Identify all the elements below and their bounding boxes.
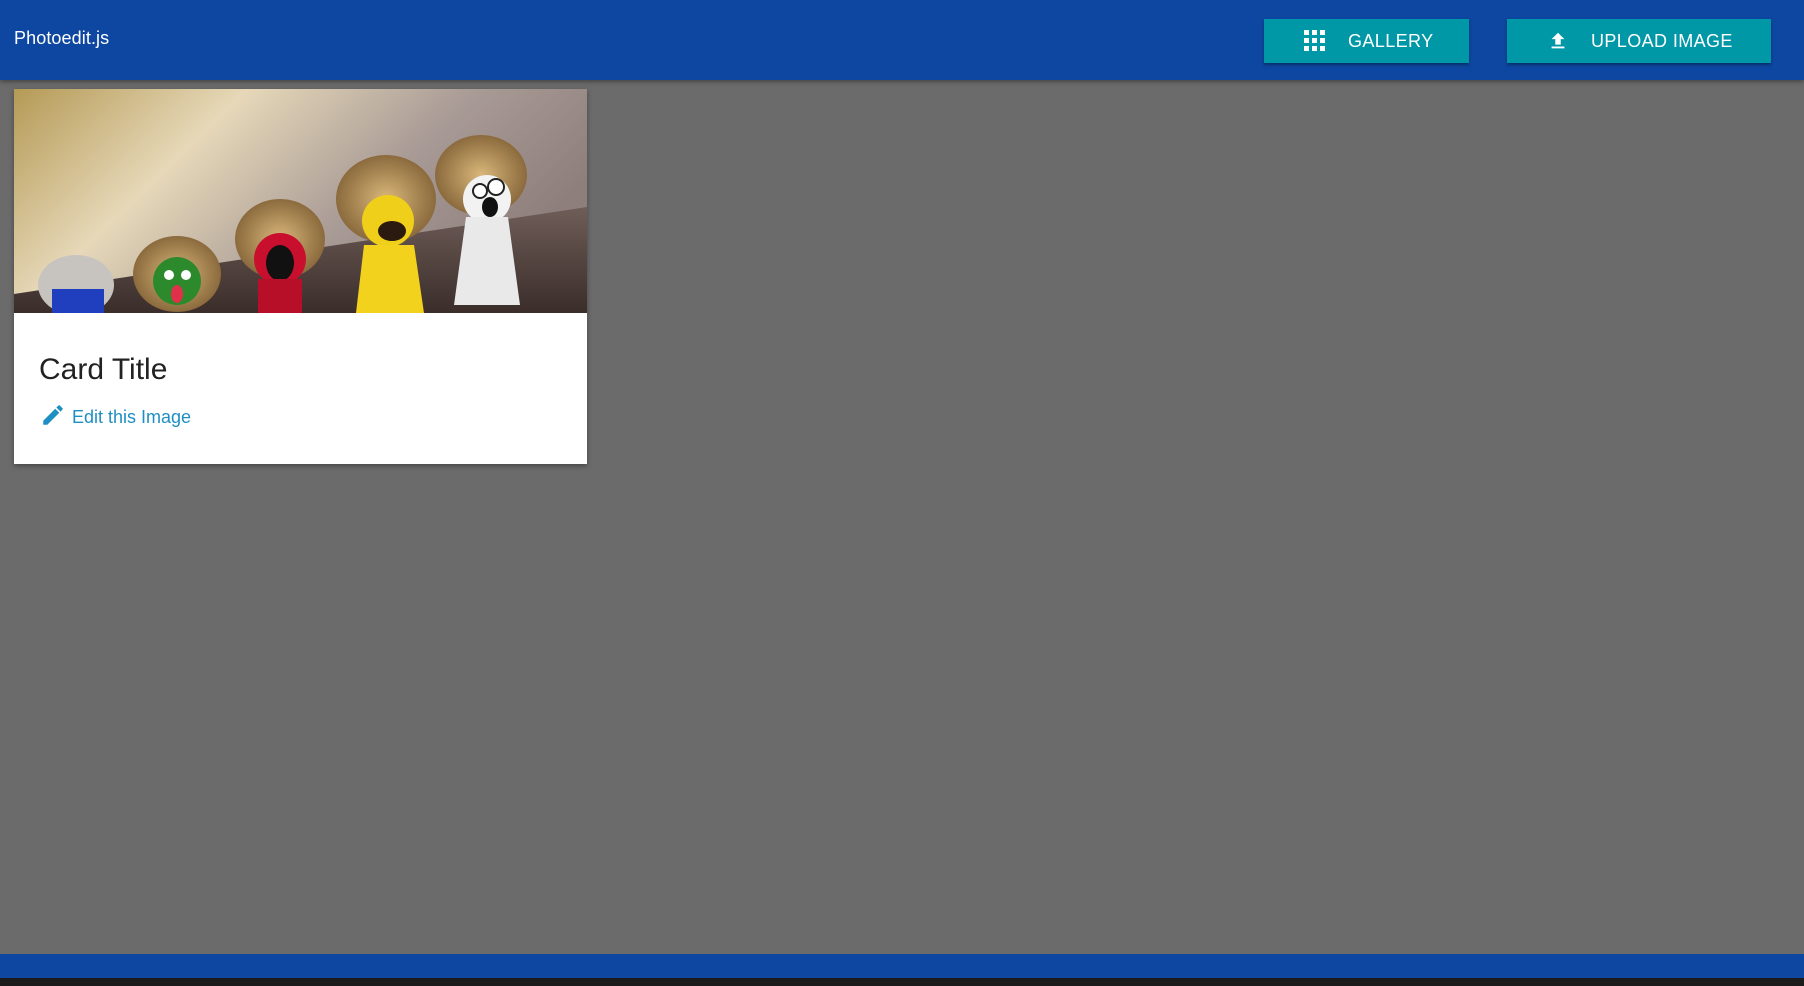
app-brand[interactable]: Photoedit.js [14, 28, 109, 49]
card-title: Card Title [39, 353, 168, 386]
upload-button-label: UPLOAD IMAGE [1591, 30, 1733, 51]
grid-icon [1304, 30, 1326, 52]
image-card: Card Title Edit this Image [14, 89, 587, 464]
gallery-button-label: GALLERY [1348, 30, 1434, 51]
top-navbar: Photoedit.js GALLERY UPLOAD IMAGE [0, 0, 1804, 80]
card-image[interactable] [14, 89, 587, 313]
pencil-icon [40, 402, 66, 428]
gallery-button[interactable]: GALLERY [1264, 19, 1469, 63]
footer-bar [0, 954, 1804, 978]
edit-image-label: Edit this Image [72, 407, 192, 427]
edit-image-link[interactable]: Edit this Image [40, 402, 191, 428]
upload-icon [1547, 30, 1569, 52]
os-taskbar [0, 978, 1804, 986]
upload-image-button[interactable]: UPLOAD IMAGE [1507, 19, 1771, 63]
